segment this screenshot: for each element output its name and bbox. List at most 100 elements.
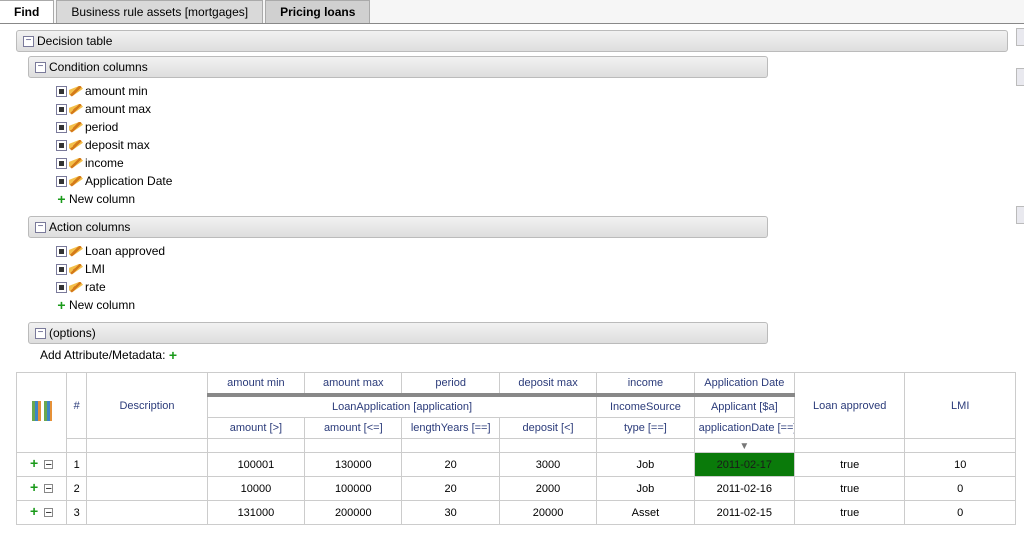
- tree-bullet-icon: [56, 176, 67, 187]
- sub-type-eq[interactable]: type [==]: [597, 418, 694, 439]
- table-row[interactable]: + −1100001130000203000Job2011-02-17true1…: [17, 453, 1016, 477]
- cell-income[interactable]: Job: [597, 453, 694, 477]
- collapse-icon[interactable]: −: [35, 62, 46, 73]
- cell-lmi[interactable]: 0: [905, 477, 1016, 501]
- cell-amount-max[interactable]: 100000: [305, 477, 402, 501]
- tree-item[interactable]: LMI: [56, 260, 768, 278]
- cell-amount-min[interactable]: 131000: [207, 501, 304, 525]
- cell-date[interactable]: 2011-02-16: [694, 477, 794, 501]
- tree-item[interactable]: deposit max: [56, 136, 768, 154]
- pencil-icon: [69, 246, 83, 257]
- collapse-icon[interactable]: −: [44, 508, 53, 517]
- col-amount-min[interactable]: amount min: [207, 373, 304, 396]
- collapse-icon[interactable]: −: [44, 484, 53, 493]
- tree-item[interactable]: Application Date: [56, 172, 768, 190]
- tree-item-label: amount max: [85, 102, 151, 116]
- tree-item[interactable]: income: [56, 154, 768, 172]
- cell-period[interactable]: 30: [402, 501, 499, 525]
- chevron-down-icon: ▼: [739, 441, 749, 452]
- group-income-source[interactable]: IncomeSource: [597, 395, 694, 418]
- plus-icon[interactable]: +: [167, 350, 178, 361]
- collapse-icon[interactable]: −: [35, 222, 46, 233]
- new-column[interactable]: +New column: [56, 190, 768, 208]
- col-income[interactable]: income: [597, 373, 694, 396]
- tree-item[interactable]: rate: [56, 278, 768, 296]
- col-loan-approved[interactable]: Loan approved: [795, 373, 905, 439]
- side-button-1[interactable]: [1016, 28, 1024, 46]
- pencil-icon: [69, 104, 83, 115]
- sub-amount-lte[interactable]: amount [<=]: [305, 418, 402, 439]
- cell-deposit[interactable]: 2000: [499, 477, 596, 501]
- cell-lmi[interactable]: 10: [905, 453, 1016, 477]
- tab-find[interactable]: Find: [0, 0, 54, 23]
- sub-amount-gt[interactable]: amount [>]: [207, 418, 304, 439]
- cell-amount-min[interactable]: 10000: [207, 477, 304, 501]
- collapse-icon[interactable]: −: [35, 328, 46, 339]
- collapse-icon[interactable]: −: [23, 36, 34, 47]
- tree-bullet-icon: [56, 158, 67, 169]
- pencil-icon: [69, 158, 83, 169]
- side-button-2[interactable]: [1016, 68, 1024, 86]
- cell-deposit[interactable]: 3000: [499, 453, 596, 477]
- cell-approved[interactable]: true: [795, 477, 905, 501]
- tree-item-label: deposit max: [85, 138, 150, 152]
- panel-condition-columns[interactable]: − Condition columns: [28, 56, 768, 78]
- tree-item[interactable]: amount max: [56, 100, 768, 118]
- cell-approved[interactable]: true: [795, 453, 905, 477]
- table-row[interactable]: + −31310002000003020000Asset2011-02-15tr…: [17, 501, 1016, 525]
- condition-items: amount min amount max period deposit max…: [28, 78, 768, 212]
- cell-amount-max[interactable]: 130000: [305, 453, 402, 477]
- row-controls[interactable]: + −: [17, 453, 67, 477]
- tree-item[interactable]: amount min: [56, 82, 768, 100]
- cell-approved[interactable]: true: [795, 501, 905, 525]
- cell-amount-min[interactable]: 100001: [207, 453, 304, 477]
- cell-date[interactable]: 2011-02-15: [694, 501, 794, 525]
- sub-deposit-lt[interactable]: deposit [<]: [499, 418, 596, 439]
- sub-length-years[interactable]: lengthYears [==]: [402, 418, 499, 439]
- col-application-date[interactable]: Application Date: [694, 373, 794, 396]
- cell-deposit[interactable]: 20000: [499, 501, 596, 525]
- col-deposit-max[interactable]: deposit max: [499, 373, 596, 396]
- add-attribute-metadata[interactable]: Add Attribute/Metadata: +: [40, 348, 1024, 362]
- group-applicant[interactable]: Applicant [$a]: [694, 395, 794, 418]
- panel-decision-table[interactable]: − Decision table: [16, 30, 1008, 52]
- col-lmi[interactable]: LMI: [905, 373, 1016, 439]
- row-controls[interactable]: + −: [17, 477, 67, 501]
- table-row[interactable]: + −210000100000202000Job2011-02-16true0: [17, 477, 1016, 501]
- group-loan-application[interactable]: LoanApplication [application]: [207, 395, 597, 418]
- tree-item[interactable]: period: [56, 118, 768, 136]
- sub-appdate-eq[interactable]: applicationDate [==]: [694, 418, 794, 439]
- plus-icon[interactable]: +: [30, 503, 38, 519]
- add-attr-label: Add Attribute/Metadata:: [40, 348, 165, 362]
- panel-title: (options): [49, 326, 96, 340]
- cell-desc[interactable]: [87, 477, 207, 501]
- panel-options[interactable]: − (options): [28, 322, 768, 344]
- cell-period[interactable]: 20: [402, 453, 499, 477]
- collapse-icon[interactable]: −: [44, 460, 53, 469]
- cell-date[interactable]: 2011-02-17: [694, 453, 794, 477]
- settings-header[interactable]: [17, 373, 67, 453]
- cell-desc[interactable]: [87, 453, 207, 477]
- row-controls[interactable]: + −: [17, 501, 67, 525]
- cell-income[interactable]: Job: [597, 477, 694, 501]
- tab-bar: Find Business rule assets [mortgages] Pr…: [0, 0, 1024, 24]
- tree-item-label: Loan approved: [85, 244, 165, 258]
- plus-icon[interactable]: +: [30, 455, 38, 471]
- cell-income[interactable]: Asset: [597, 501, 694, 525]
- sort-indicator[interactable]: ▼: [694, 439, 794, 453]
- plus-icon[interactable]: +: [30, 479, 38, 495]
- tree-item[interactable]: Loan approved: [56, 242, 768, 260]
- panel-action-columns[interactable]: − Action columns: [28, 216, 768, 238]
- cell-period[interactable]: 20: [402, 477, 499, 501]
- col-amount-max[interactable]: amount max: [305, 373, 402, 396]
- col-hash[interactable]: #: [67, 373, 87, 439]
- col-period[interactable]: period: [402, 373, 499, 396]
- tab-business-rule-assets[interactable]: Business rule assets [mortgages]: [56, 0, 263, 23]
- cell-amount-max[interactable]: 200000: [305, 501, 402, 525]
- col-description[interactable]: Description: [87, 373, 207, 439]
- cell-desc[interactable]: [87, 501, 207, 525]
- side-button-3[interactable]: [1016, 206, 1024, 224]
- new-column[interactable]: +New column: [56, 296, 768, 314]
- tab-pricing-loans[interactable]: Pricing loans: [265, 0, 370, 23]
- cell-lmi[interactable]: 0: [905, 501, 1016, 525]
